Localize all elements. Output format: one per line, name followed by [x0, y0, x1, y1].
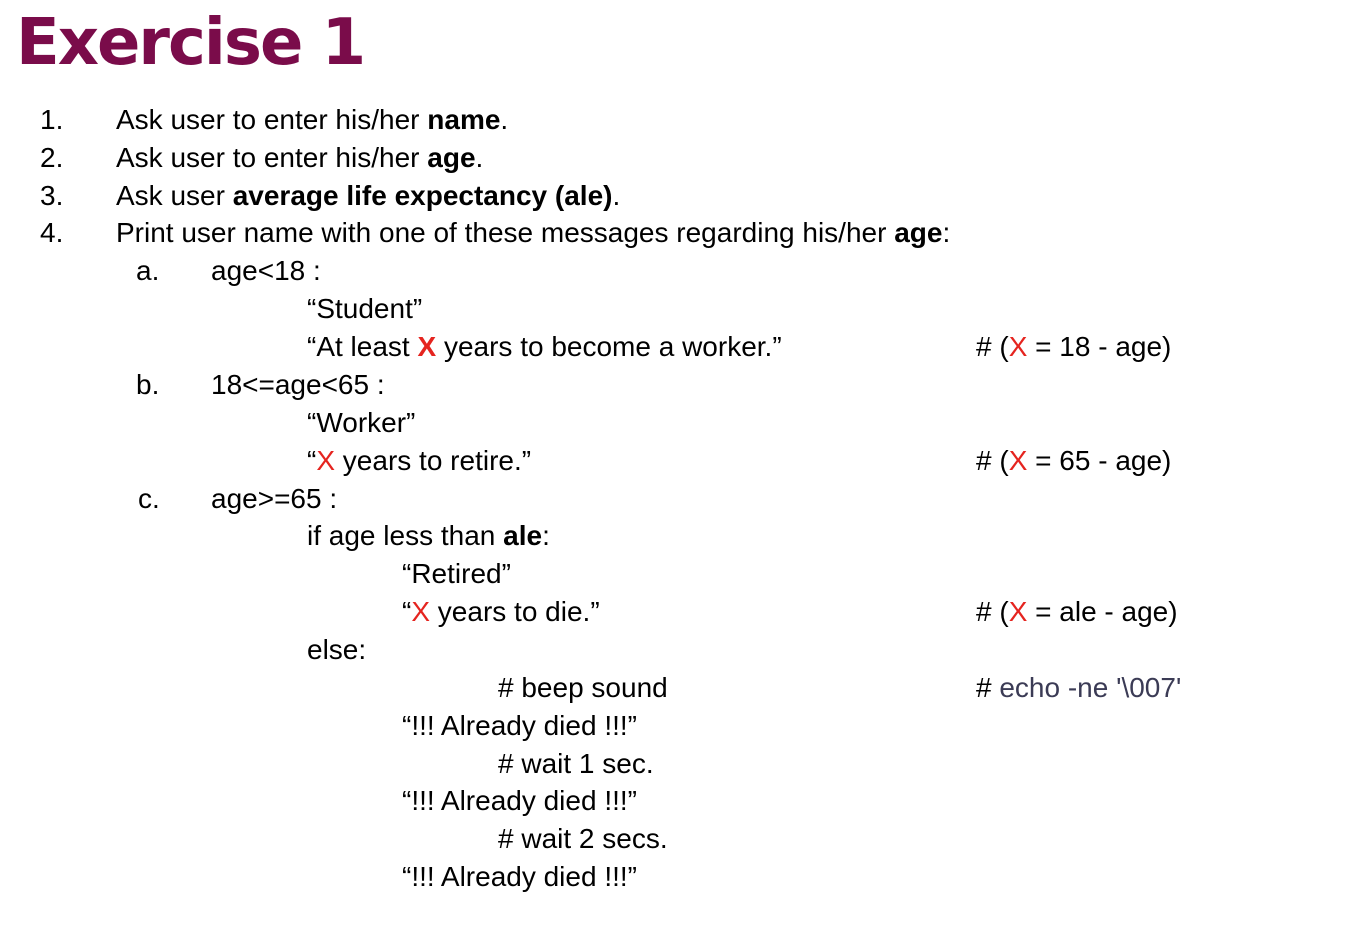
case-b-comment: # (X = 65 - age)	[976, 445, 1172, 476]
case-c-beep-line: # beep sound	[498, 672, 668, 703]
case-a-comment: # (X = 18 - age)	[976, 331, 1172, 362]
case-c-die-comment: # (X = ale - age)	[976, 596, 1178, 627]
case-a-message-student: “Student”	[307, 293, 423, 324]
condition-text: 18<=age<65 :	[211, 369, 385, 400]
item-text: Print user name with one of these messag…	[116, 217, 951, 248]
item-marker: 2.	[40, 142, 64, 173]
sub-marker: c.	[138, 483, 160, 514]
item-marker: 4.	[40, 217, 64, 248]
case-c-wait-1: # wait 1 sec.	[498, 748, 654, 779]
condition-text: age>=65 :	[211, 483, 338, 514]
sub-marker: a.	[136, 255, 160, 286]
case-c-died-message-2: “!!! Already died !!!”	[402, 785, 637, 816]
case-c-else-line: else:	[307, 634, 367, 665]
case-c-wait-2: # wait 2 secs.	[498, 823, 668, 854]
case-c-died-message-3: “!!! Already died !!!”	[402, 861, 637, 892]
item-text: Ask user average life expectancy (ale).	[116, 180, 621, 211]
item-marker: 3.	[40, 180, 64, 211]
item-text: Ask user to enter his/her name.	[116, 104, 509, 135]
case-b-message-worker: “Worker”	[307, 407, 416, 438]
item-text: Ask user to enter his/her age.	[116, 142, 484, 173]
case-c-died-message-1: “!!! Already died !!!”	[402, 710, 637, 741]
page-title: Exercise 1	[16, 6, 366, 80]
case-a-message-worker-countdown: “At least X years to become a worker.”	[307, 331, 782, 362]
item-marker: 1.	[40, 104, 64, 135]
case-b-message-retire-countdown: “X years to retire.”	[307, 445, 532, 476]
case-c-beep-comment: # echo -ne '\007'	[976, 672, 1182, 703]
case-c-if-line: if age less than ale:	[307, 520, 550, 551]
sub-marker: b.	[136, 369, 160, 400]
case-c-message-retired: “Retired”	[402, 558, 511, 589]
case-c-message-die-countdown: “X years to die.”	[402, 596, 600, 627]
condition-text: age<18 :	[211, 255, 321, 286]
